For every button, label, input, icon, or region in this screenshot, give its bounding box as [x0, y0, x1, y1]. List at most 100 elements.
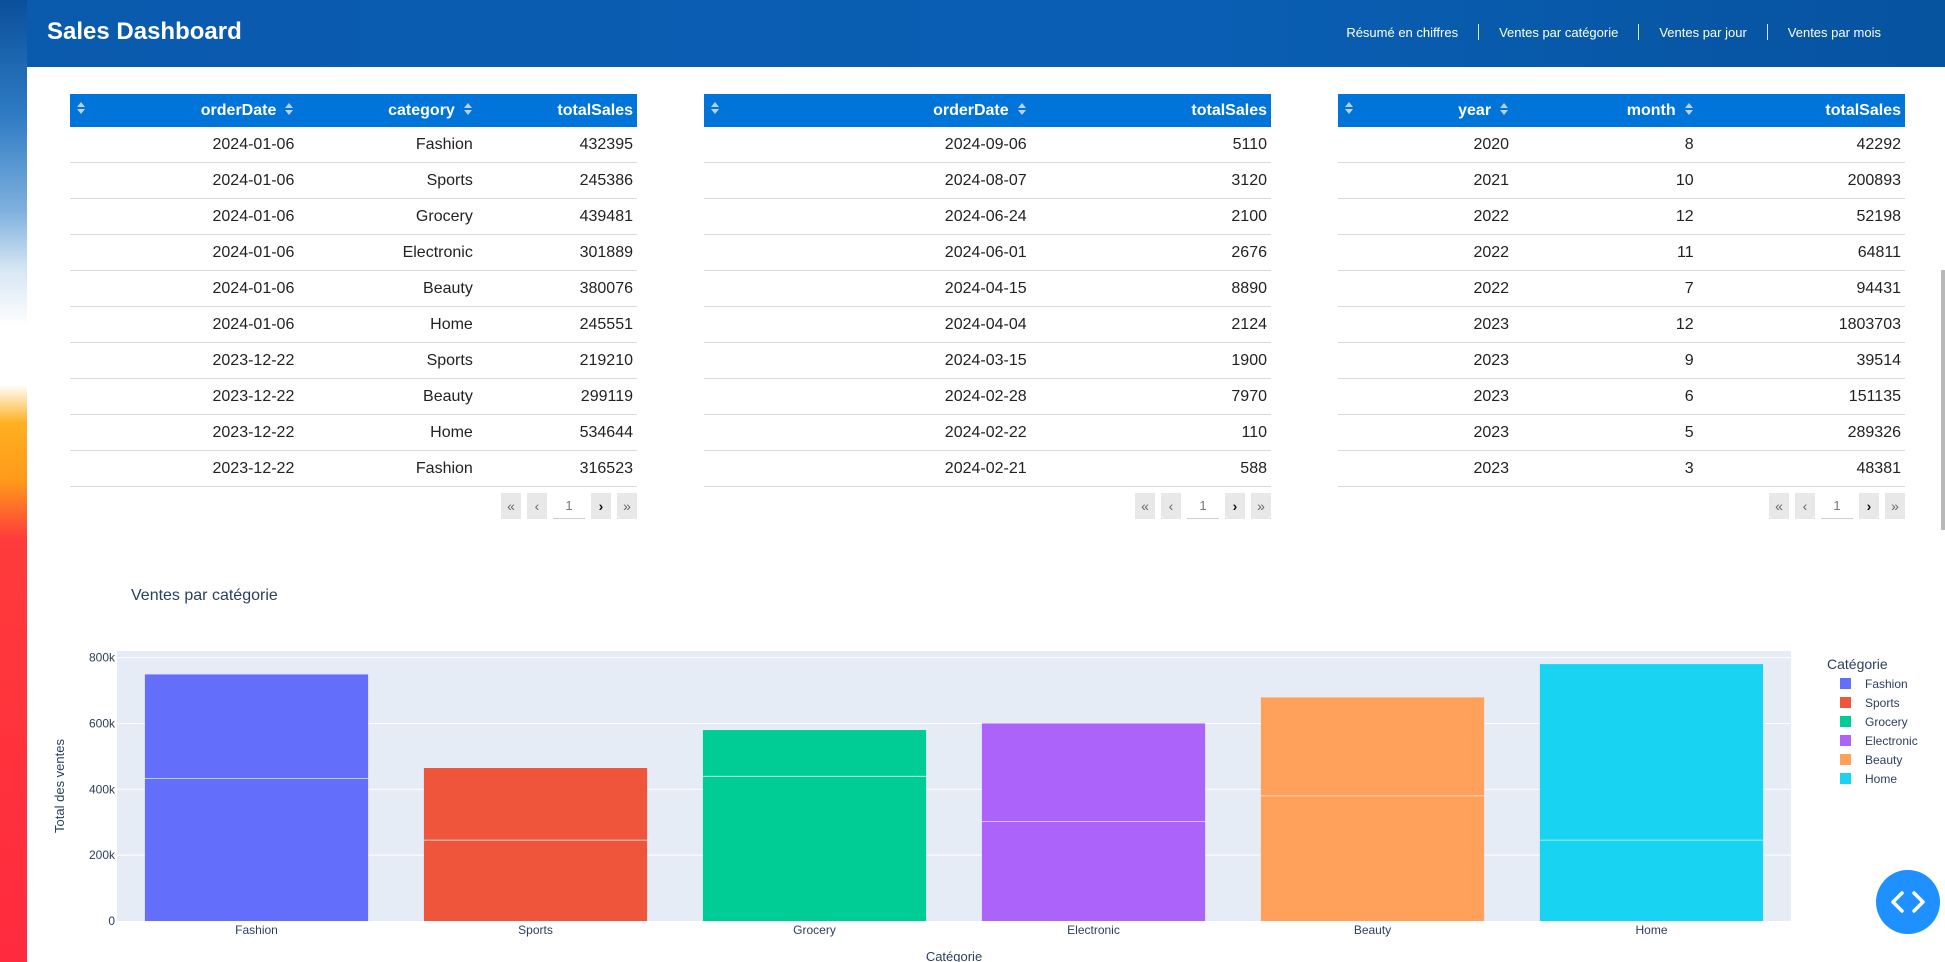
row-spacer [1338, 414, 1370, 451]
table-row: 2024-02-21 588 [704, 450, 1271, 487]
column-header-totalSales[interactable]: totalSales [1697, 94, 1905, 127]
first-page-button[interactable]: « [1135, 493, 1155, 519]
prev-page-button[interactable]: ‹ [1161, 493, 1181, 519]
table-cell: 2100 [1030, 198, 1271, 235]
table-row: 2022 11 64811 [1338, 234, 1905, 271]
table-row: 2023-12-22 Beauty 299119 [70, 378, 637, 415]
table-cell: 7 [1513, 270, 1698, 307]
sort-icon[interactable] [284, 102, 294, 119]
table-cell: 1803703 [1697, 306, 1905, 343]
nav-links: Résumé en chiffres Ventes par catégorie … [1326, 24, 1901, 40]
column-header-orderDate[interactable]: orderDate [736, 94, 1031, 127]
table-cell: 151135 [1697, 378, 1905, 415]
table-cell: 39514 [1697, 342, 1905, 379]
table-cell: 200893 [1697, 162, 1905, 199]
nav-link-by-category[interactable]: Ventes par catégorie [1479, 25, 1638, 40]
table-cell: 2023-12-22 [102, 450, 299, 487]
navbar: Sales Dashboard Résumé en chiffres Vente… [27, 0, 1945, 67]
sort-icon[interactable] [463, 102, 473, 119]
table-cell: 2024-01-06 [102, 162, 299, 199]
last-page-button[interactable]: » [1251, 493, 1271, 519]
next-page-button[interactable]: › [1859, 493, 1879, 519]
code-toggle-button[interactable] [1876, 870, 1940, 934]
row-spacer [704, 127, 736, 163]
table-row: 2020 8 42292 [1338, 127, 1905, 163]
row-spacer [704, 198, 736, 235]
table-cell: 64811 [1697, 234, 1905, 271]
first-page-button[interactable]: « [501, 493, 521, 519]
table-cell: Sports [298, 162, 477, 199]
first-page-button[interactable]: « [1769, 493, 1789, 519]
data-table: orderDate category totalSales 2024-01-06 Fas… [70, 94, 637, 487]
prev-page-button[interactable]: ‹ [527, 493, 547, 519]
sort-icon[interactable] [1684, 102, 1694, 119]
table-monthly-sales: year month totalSales 2020 8 42292 2021 10 20089… [1338, 94, 1905, 519]
table-cell: 2023 [1370, 342, 1514, 379]
row-spacer [70, 306, 102, 343]
table-row: 2024-01-06 Sports 245386 [70, 162, 637, 199]
table-cell: 2024-01-06 [102, 306, 299, 343]
table-row: 2024-01-06 Grocery 439481 [70, 198, 637, 235]
table-cell: Beauty [298, 378, 477, 415]
row-spacer [70, 127, 102, 163]
table-row: 2024-04-15 8890 [704, 270, 1271, 307]
pagination: «‹ ›» [704, 493, 1271, 519]
column-header-year[interactable]: year [1370, 94, 1514, 127]
table-cell: 2124 [1030, 306, 1271, 343]
table-row: 2024-03-15 1900 [704, 342, 1271, 379]
table-row: 2024-06-01 2676 [704, 234, 1271, 271]
page-number-input[interactable] [1187, 493, 1219, 519]
table-cell: 2023 [1370, 378, 1514, 415]
table-cell: 2024-06-01 [736, 234, 1031, 271]
table-cell: 12 [1513, 198, 1698, 235]
column-header-orderDate[interactable]: orderDate [102, 94, 299, 127]
last-page-button[interactable]: » [1885, 493, 1905, 519]
table-cell: 2022 [1370, 234, 1514, 271]
row-spacer [704, 342, 736, 379]
table-cell: 52198 [1697, 198, 1905, 235]
table-row: 2023 5 289326 [1338, 414, 1905, 451]
sort-icon[interactable] [1338, 94, 1370, 127]
table-cell: 8 [1513, 127, 1698, 163]
page-number-input[interactable] [553, 493, 585, 519]
next-page-button[interactable]: › [1225, 493, 1245, 519]
nav-link-summary[interactable]: Résumé en chiffres [1326, 25, 1478, 40]
column-header-label: year [1458, 101, 1492, 119]
table-cell: 1900 [1030, 342, 1271, 379]
column-header-label: totalSales [557, 101, 633, 119]
column-header-category[interactable]: category [298, 94, 477, 127]
column-header-month[interactable]: month [1513, 94, 1698, 127]
page-number-input[interactable] [1821, 493, 1853, 519]
pagination: «‹ ›» [70, 493, 637, 519]
sort-icon[interactable] [704, 94, 736, 127]
next-page-button[interactable]: › [591, 493, 611, 519]
row-spacer [1338, 234, 1370, 271]
sort-icon[interactable] [70, 94, 102, 127]
row-spacer [70, 450, 102, 487]
table-cell: 6 [1513, 378, 1698, 415]
column-header-label: orderDate [933, 101, 1009, 119]
table-cell: 3 [1513, 450, 1698, 487]
column-header-label: orderDate [200, 101, 277, 119]
nav-link-by-day[interactable]: Ventes par jour [1639, 25, 1766, 40]
column-header-totalSales[interactable]: totalSales [1030, 94, 1271, 127]
nav-link-by-month[interactable]: Ventes par mois [1768, 25, 1901, 40]
table-cell: 10 [1513, 162, 1698, 199]
scrollbar-thumb[interactable] [1941, 270, 1945, 530]
table-cell: 7970 [1030, 378, 1271, 415]
sort-icon[interactable] [1017, 102, 1027, 119]
last-page-button[interactable]: » [617, 493, 637, 519]
table-cell: 2024-08-07 [736, 162, 1031, 199]
sort-icon[interactable] [1499, 102, 1509, 119]
row-spacer [1338, 198, 1370, 235]
table-cell: 2024-03-15 [736, 342, 1031, 379]
table-cell: 5 [1513, 414, 1698, 451]
column-header-totalSales[interactable]: totalSales [476, 94, 637, 127]
prev-page-button[interactable]: ‹ [1795, 493, 1815, 519]
pagination: «‹ ›» [1338, 493, 1905, 519]
data-table: orderDate totalSales 2024-09-06 5110 2024-08… [704, 94, 1271, 487]
table-cell: 2024-01-06 [102, 270, 299, 307]
table-cell: 42292 [1697, 127, 1905, 163]
table-cell: 5110 [1030, 127, 1271, 163]
brand-title[interactable]: Sales Dashboard [47, 18, 242, 46]
